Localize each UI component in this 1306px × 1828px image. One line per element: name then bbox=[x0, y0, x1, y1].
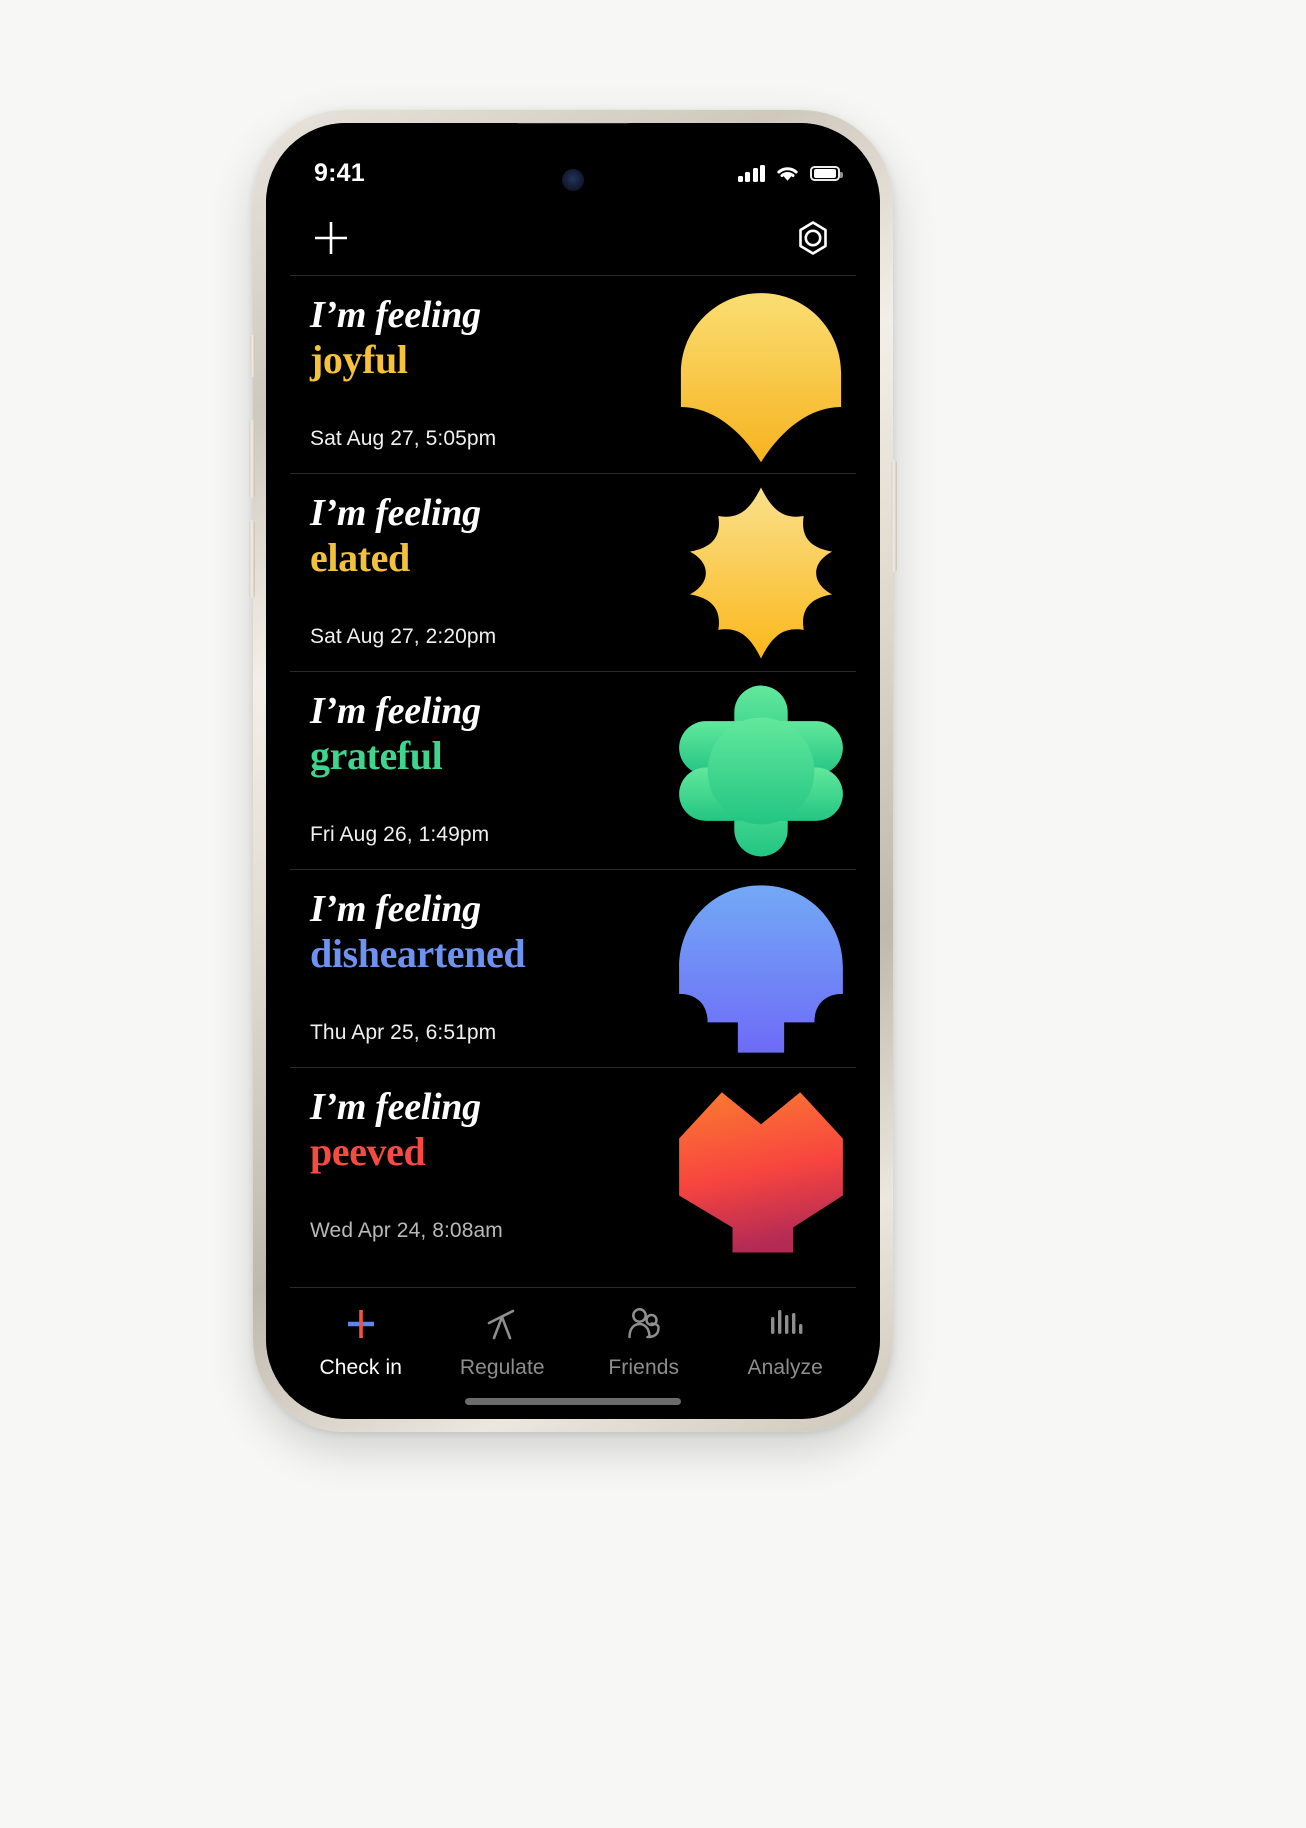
entry-headline: I’m feeling joyful bbox=[290, 276, 590, 383]
entry-mood: peeved bbox=[310, 1128, 426, 1174]
battery-full-icon bbox=[810, 165, 843, 181]
telescope-icon bbox=[483, 1304, 521, 1344]
front-camera-icon bbox=[562, 169, 584, 191]
tab-label: Friends bbox=[608, 1356, 680, 1379]
entry-timestamp: Sat Aug 27, 2:20pm bbox=[310, 625, 497, 648]
add-check-in-button[interactable] bbox=[310, 217, 352, 259]
app-screen: 9:41 I’m feeling joyful Sat Aug 27, 5:05… bbox=[266, 123, 880, 1419]
entry-mood: joyful bbox=[310, 336, 408, 382]
plus-cross-icon bbox=[343, 1304, 379, 1344]
entry-prefix: I’m feeling bbox=[310, 690, 481, 732]
entry-prefix: I’m feeling bbox=[310, 294, 481, 336]
entry-mood: disheartened bbox=[310, 930, 526, 976]
tab-label: Analyze bbox=[747, 1356, 823, 1379]
mood-shape-dome-drop bbox=[672, 286, 850, 464]
tab-analyze[interactable]: Analyze bbox=[715, 1304, 857, 1380]
tab-label: Check in bbox=[319, 1356, 402, 1379]
check-in-feed: I’m feeling joyful Sat Aug 27, 5:05pm I’… bbox=[266, 275, 880, 1287]
entry-prefix: I’m feeling bbox=[310, 492, 481, 534]
silent-switch[interactable] bbox=[250, 335, 255, 377]
feed-entry-disheartened[interactable]: I’m feeling disheartened Thu Apr 25, 6:5… bbox=[290, 869, 856, 1067]
home-indicator[interactable] bbox=[465, 1398, 681, 1405]
feed-entry-peeved[interactable]: I’m feeling peeved Wed Apr 24, 8:08am bbox=[290, 1067, 856, 1265]
mood-shape-notched-hexagon bbox=[672, 1078, 850, 1256]
phone-screen-bezel: 9:41 I’m feeling joyful Sat Aug 27, 5:05… bbox=[266, 123, 880, 1419]
bar-chart-icon bbox=[766, 1304, 804, 1344]
entry-mood: elated bbox=[310, 534, 410, 580]
mood-shape-starburst bbox=[672, 484, 850, 662]
entry-headline: I’m feeling grateful bbox=[290, 672, 590, 779]
wifi-icon bbox=[777, 166, 798, 181]
volume-up-button[interactable] bbox=[249, 420, 255, 498]
feed-entry-elated[interactable]: I’m feeling elated Sat Aug 27, 2:20pm bbox=[290, 473, 856, 671]
phone-device-frame: 9:41 I’m feeling joyful Sat Aug 27, 5:05… bbox=[249, 110, 897, 1432]
entry-prefix: I’m feeling bbox=[310, 1086, 481, 1128]
tab-friends[interactable]: Friends bbox=[573, 1304, 715, 1380]
power-button[interactable] bbox=[891, 460, 897, 572]
cellular-signal-icon bbox=[737, 164, 765, 182]
screenshot-stage: 9:41 I’m feeling joyful Sat Aug 27, 5:05… bbox=[0, 0, 1306, 1828]
entry-timestamp: Wed Apr 24, 8:08am bbox=[310, 1219, 503, 1242]
entry-headline: I’m feeling peeved bbox=[290, 1068, 590, 1175]
entry-headline: I’m feeling disheartened bbox=[290, 870, 590, 977]
entry-timestamp: Fri Aug 26, 1:49pm bbox=[310, 823, 490, 846]
entry-mood: grateful bbox=[310, 732, 443, 778]
volume-down-button[interactable] bbox=[249, 520, 255, 598]
entry-timestamp: Sat Aug 27, 5:05pm bbox=[310, 427, 497, 450]
tab-regulate[interactable]: Regulate bbox=[432, 1304, 574, 1380]
top-nav-bar bbox=[266, 201, 880, 275]
plus-icon bbox=[315, 222, 347, 254]
earpiece-speaker bbox=[514, 123, 632, 124]
entry-prefix: I’m feeling bbox=[310, 888, 481, 930]
tab-check-in[interactable]: Check in bbox=[290, 1304, 432, 1380]
feed-entry-joyful[interactable]: I’m feeling joyful Sat Aug 27, 5:05pm bbox=[290, 275, 856, 473]
mood-shape-mushroom bbox=[672, 880, 850, 1058]
settings-button[interactable] bbox=[790, 215, 836, 261]
device-notch bbox=[467, 123, 679, 157]
tab-label: Regulate bbox=[459, 1356, 545, 1379]
hexagon-gear-icon bbox=[799, 221, 827, 255]
mood-shape-six-petal-flower bbox=[672, 682, 850, 860]
entry-headline: I’m feeling elated bbox=[290, 474, 590, 581]
status-bar-time: 9:41 bbox=[314, 158, 365, 187]
people-icon bbox=[625, 1304, 663, 1344]
entry-timestamp: Thu Apr 25, 6:51pm bbox=[310, 1021, 497, 1044]
feed-entry-grateful[interactable]: I’m feeling grateful Fri Aug 26, 1:49pm bbox=[290, 671, 856, 869]
status-bar-indicators bbox=[737, 164, 843, 183]
